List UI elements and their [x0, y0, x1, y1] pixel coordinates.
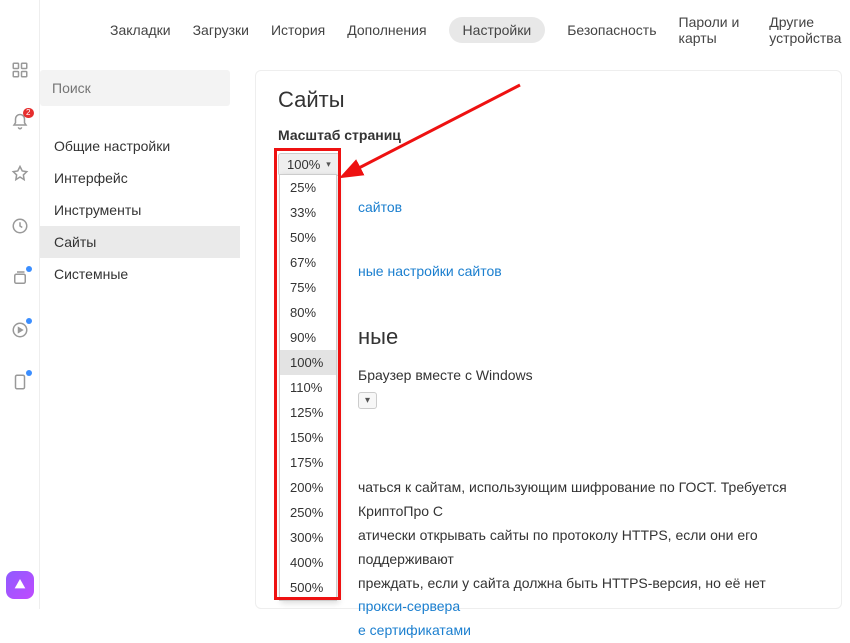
device-icon[interactable] — [10, 372, 30, 392]
notification-badge: 2 — [23, 108, 33, 118]
search-input[interactable] — [40, 70, 230, 106]
link-proxy[interactable]: прокси-сервера — [358, 595, 819, 619]
zoom-option[interactable]: 100% — [280, 350, 336, 375]
zoom-option[interactable]: 25% — [280, 175, 336, 200]
zoom-option[interactable]: 50% — [280, 225, 336, 250]
bell-icon[interactable]: 2 — [10, 112, 30, 132]
zoom-label: Масштаб страниц — [278, 127, 819, 143]
tab-devices[interactable]: Другие устройства — [769, 14, 850, 46]
zoom-option[interactable]: 110% — [280, 375, 336, 400]
zoom-option[interactable]: 400% — [280, 550, 336, 575]
tab-bookmarks[interactable]: Закладки — [110, 22, 171, 38]
tab-settings[interactable]: Настройки — [449, 17, 546, 43]
zoom-dropdown[interactable]: 25% 33% 50% 67% 75% 80% 90% 100% 110% 12… — [279, 174, 337, 601]
launch-with-windows-frag: Браузер вместе с Windows — [358, 364, 533, 388]
zoom-select-value: 100% — [287, 157, 320, 172]
section-heading-sites: Сайты — [278, 87, 819, 113]
zoom-option[interactable]: 250% — [280, 500, 336, 525]
nav-system[interactable]: Системные — [40, 258, 240, 290]
zoom-option[interactable]: 150% — [280, 425, 336, 450]
star-icon[interactable] — [10, 164, 30, 184]
tab-history[interactable]: История — [271, 22, 325, 38]
link-sites-scale[interactable]: сайтов — [358, 199, 402, 215]
nav-interface[interactable]: Интерфейс — [40, 162, 240, 194]
vertical-icon-strip: 2 — [0, 0, 40, 609]
section-heading-system-frag: ные — [358, 324, 819, 350]
tab-downloads[interactable]: Загрузки — [193, 22, 249, 38]
link-certificates[interactable]: е сертификатами — [358, 619, 819, 643]
play-icon[interactable] — [10, 320, 30, 340]
collections-icon[interactable] — [10, 268, 30, 288]
zoom-option[interactable]: 125% — [280, 400, 336, 425]
launch-dropdown[interactable]: ▾ — [358, 392, 377, 409]
gost-text-frag: чаться к сайтам, использующим шифрование… — [358, 476, 819, 524]
zoom-option[interactable]: 90% — [280, 325, 336, 350]
dot-indicator — [26, 266, 32, 272]
zoom-option[interactable]: 500% — [280, 575, 336, 600]
zoom-option[interactable]: 300% — [280, 525, 336, 550]
zoom-option[interactable]: 200% — [280, 475, 336, 500]
chevron-down-icon: ▾ — [326, 159, 331, 170]
settings-tabs: Закладки Загрузки История Дополнения Нас… — [40, 0, 850, 60]
zoom-option[interactable]: 75% — [280, 275, 336, 300]
content-panel: Сайты Масштаб страниц 100% ▾ сайтов ные … — [255, 70, 842, 609]
clock-icon[interactable] — [10, 216, 30, 236]
https-warn-text-frag: преждать, если у сайта должна быть HTTPS… — [358, 572, 819, 596]
dot-indicator — [26, 370, 32, 376]
dot-indicator — [26, 318, 32, 324]
zoom-option[interactable]: 67% — [280, 250, 336, 275]
zoom-select[interactable]: 100% ▾ — [278, 153, 340, 176]
link-advanced-site-settings[interactable]: ные настройки сайтов — [358, 263, 502, 279]
tab-passwords[interactable]: Пароли и карты — [679, 14, 748, 46]
apps-icon[interactable] — [10, 60, 30, 80]
tab-security[interactable]: Безопасность — [567, 22, 656, 38]
zoom-option[interactable]: 33% — [280, 200, 336, 225]
zoom-option[interactable]: 175% — [280, 450, 336, 475]
settings-side-panel: Общие настройки Интерфейс Инструменты Са… — [40, 70, 240, 290]
https-auto-text-frag: атически открывать сайты по протоколу HT… — [358, 524, 819, 572]
tab-addons[interactable]: Дополнения — [347, 22, 426, 38]
nav-general[interactable]: Общие настройки — [40, 130, 240, 162]
nav-tools[interactable]: Инструменты — [40, 194, 240, 226]
alice-icon[interactable] — [6, 571, 34, 599]
zoom-option[interactable]: 80% — [280, 300, 336, 325]
nav-sites[interactable]: Сайты — [40, 226, 240, 258]
